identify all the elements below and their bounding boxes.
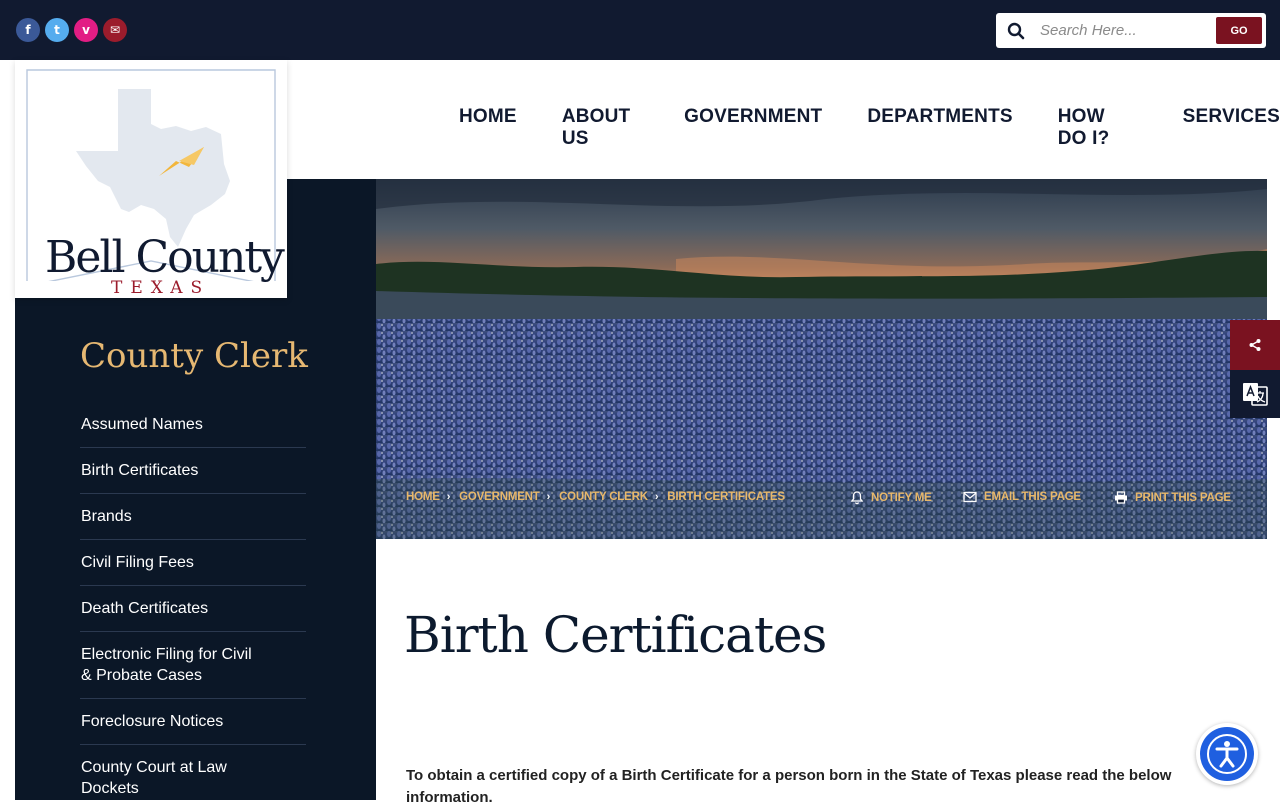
hero-image [376, 179, 1267, 539]
nav-services[interactable]: SERVICES [1183, 106, 1280, 150]
printer-icon [1115, 491, 1127, 504]
sidebar-menu: Assumed Names Birth Certificates Brands … [80, 402, 306, 811]
logo[interactable]: Bell County TEXAS [15, 60, 287, 298]
email-page-label: EMAIL THIS PAGE [984, 491, 1081, 503]
search-go-button[interactable]: GO [1216, 17, 1262, 44]
sidebar-item-assumed-names[interactable]: Assumed Names [80, 402, 306, 448]
nav-about-us[interactable]: ABOUT US [562, 106, 639, 150]
print-page-label: PRINT THIS PAGE [1135, 491, 1231, 504]
breadcrumb-current: BIRTH CERTIFICATES [667, 491, 785, 503]
sidebar-item-electronic-filing[interactable]: Electronic Filing for Civil & Probate Ca… [80, 632, 306, 699]
translate-icon [1243, 383, 1268, 406]
share-button[interactable] [1230, 320, 1280, 370]
nav-how-do-i[interactable]: HOW DO I? [1058, 106, 1138, 150]
breadcrumb-home[interactable]: HOME [406, 491, 440, 503]
sidebar-item-birth-certificates[interactable]: Birth Certificates [80, 448, 306, 494]
sidebar-item-civil-filing-fees[interactable]: Civil Filing Fees [80, 540, 306, 586]
vimeo-icon[interactable]: v [74, 18, 98, 42]
search-icon [996, 22, 1036, 40]
chevron-right-icon: › [546, 491, 551, 503]
accessibility-icon [1200, 727, 1254, 781]
facebook-icon[interactable]: f [16, 18, 40, 42]
sidebar-item-foreclosure-notices[interactable]: Foreclosure Notices [80, 699, 306, 745]
top-bar: f t v ✉ GO [0, 0, 1280, 60]
share-icon [1249, 339, 1261, 351]
social-links: f t v ✉ [16, 18, 127, 42]
search-box: GO [996, 13, 1266, 48]
email-page-link[interactable]: EMAIL THIS PAGE [963, 491, 1081, 503]
breadcrumb: HOME › GOVERNMENT › COUNTY CLERK › BIRTH… [406, 491, 785, 503]
notify-me-link[interactable]: NOTIFY ME [850, 491, 932, 505]
twitter-icon[interactable]: t [45, 18, 69, 42]
intro-paragraph: To obtain a certified copy of a Birth Ce… [406, 767, 1172, 806]
envelope-icon [963, 491, 977, 503]
sidebar-item-brands[interactable]: Brands [80, 494, 306, 540]
nav-departments[interactable]: DEPARTMENTS [867, 106, 1012, 150]
accessibility-button[interactable] [1196, 723, 1258, 785]
nav-home[interactable]: HOME [459, 106, 517, 150]
print-page-link[interactable]: PRINT THIS PAGE [1114, 491, 1231, 504]
bell-icon [850, 491, 864, 505]
sidebar-item-court-dockets[interactable]: County Court at Law Dockets [80, 745, 306, 811]
main-nav: HOME ABOUT US GOVERNMENT DEPARTMENTS HOW… [459, 106, 1280, 150]
breadcrumb-county-clerk[interactable]: COUNTY CLERK [559, 491, 648, 503]
notify-me-label: NOTIFY ME [871, 492, 932, 504]
sidebar-item-death-certificates[interactable]: Death Certificates [80, 586, 306, 632]
breadcrumb-government[interactable]: GOVERNMENT [459, 491, 540, 503]
page-title: Birth Certificates [404, 606, 827, 664]
search-input[interactable] [1036, 15, 1218, 46]
logo-subtitle: TEXAS [111, 278, 211, 298]
envelope-icon[interactable]: ✉ [103, 18, 127, 42]
chevron-right-icon: › [446, 491, 451, 503]
chevron-right-icon: › [654, 491, 659, 503]
logo-title: Bell County [45, 232, 285, 283]
translate-button[interactable] [1230, 370, 1280, 418]
section-title: County Clerk [80, 336, 308, 376]
nav-government[interactable]: GOVERNMENT [684, 106, 822, 150]
